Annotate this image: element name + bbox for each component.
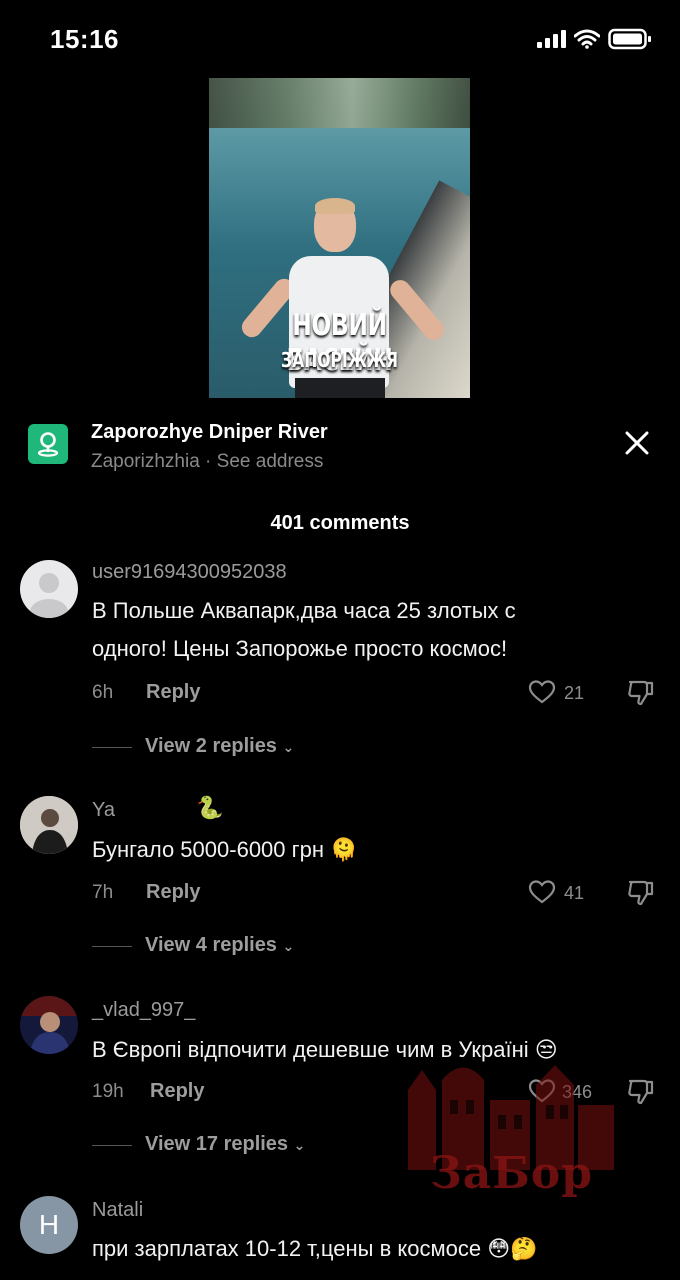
view-replies-button[interactable]: View 4 replies ⌄: [145, 934, 294, 957]
comment-username[interactable]: Ya: [92, 799, 115, 822]
comment-username[interactable]: user91694300952038: [92, 561, 287, 584]
status-icons: [537, 28, 652, 50]
like-count: 41: [564, 883, 585, 903]
heart-icon[interactable]: [528, 679, 556, 705]
chevron-down-icon: ⌄: [282, 739, 295, 755]
comment-text: Бунгало 5000-6000 грн 🫠: [92, 837, 358, 862]
watermark-text: ЗаБор: [430, 1148, 593, 1199]
view-replies-label: View 4 replies: [145, 934, 277, 956]
view-replies-button[interactable]: View 2 replies ⌄: [145, 735, 294, 758]
avatar[interactable]: [20, 996, 78, 1054]
location-subtitle[interactable]: Zaporizhzhia · See address: [91, 451, 323, 473]
close-icon[interactable]: [622, 428, 652, 458]
like-count: 21: [564, 683, 585, 703]
view-replies-button[interactable]: View 17 replies ⌄: [145, 1133, 305, 1156]
view-replies-label: View 2 replies: [145, 735, 277, 757]
avatar[interactable]: [20, 560, 78, 618]
status-time: 15:16: [50, 24, 119, 54]
reply-button[interactable]: Reply: [146, 681, 200, 704]
comment-time: 6h: [92, 682, 114, 703]
comments-count: 401 comments: [270, 512, 410, 534]
comment-text: В Польше Аквапарк,два часа 25 злотых с о…: [92, 592, 652, 668]
battery-icon: [608, 28, 651, 50]
dislike-icon[interactable]: [626, 879, 656, 907]
heart-icon[interactable]: [528, 879, 556, 905]
reply-button[interactable]: Reply: [146, 881, 200, 904]
avatar[interactable]: [20, 796, 78, 854]
location-pin-icon[interactable]: [28, 424, 68, 464]
dislike-icon[interactable]: [626, 1078, 656, 1106]
reply-button[interactable]: Reply: [150, 1080, 204, 1103]
comment-text: при зарплатах 10-12 т,цены в космосе 😳🤔: [92, 1236, 538, 1261]
location-title[interactable]: Zaporozhye Dniper River: [91, 421, 328, 444]
snake-emoji: 🐍: [196, 795, 224, 820]
signal-icon: [537, 30, 566, 48]
video-thumbnail[interactable]: НОВИЙ БАСЕЙН ЗАПОРІЖЖЯ: [209, 78, 470, 398]
divider: [92, 747, 132, 748]
video-caption-sub: ЗАПОРІЖЖЯ: [281, 348, 398, 372]
chevron-down-icon: ⌄: [293, 1137, 306, 1153]
dislike-icon[interactable]: [626, 679, 656, 707]
avatar[interactable]: H: [20, 1196, 78, 1254]
comment-username[interactable]: Natali: [92, 1199, 143, 1222]
avatar-letter: H: [38, 1209, 60, 1240]
divider: [92, 946, 132, 947]
wifi-icon: [574, 29, 600, 49]
divider: [92, 1145, 132, 1146]
comment-text-line: В Польше Аквапарк,два часа 25 злотых с: [92, 598, 516, 623]
comment-time: 7h: [92, 882, 114, 903]
comment-time: 19h: [92, 1081, 124, 1102]
chevron-down-icon: ⌄: [282, 938, 295, 954]
comment-text-line: одного! Цены Запорожье просто космос!: [92, 636, 508, 661]
comment-username[interactable]: _vlad_997_: [92, 999, 195, 1022]
view-replies-label: View 17 replies: [145, 1133, 289, 1155]
